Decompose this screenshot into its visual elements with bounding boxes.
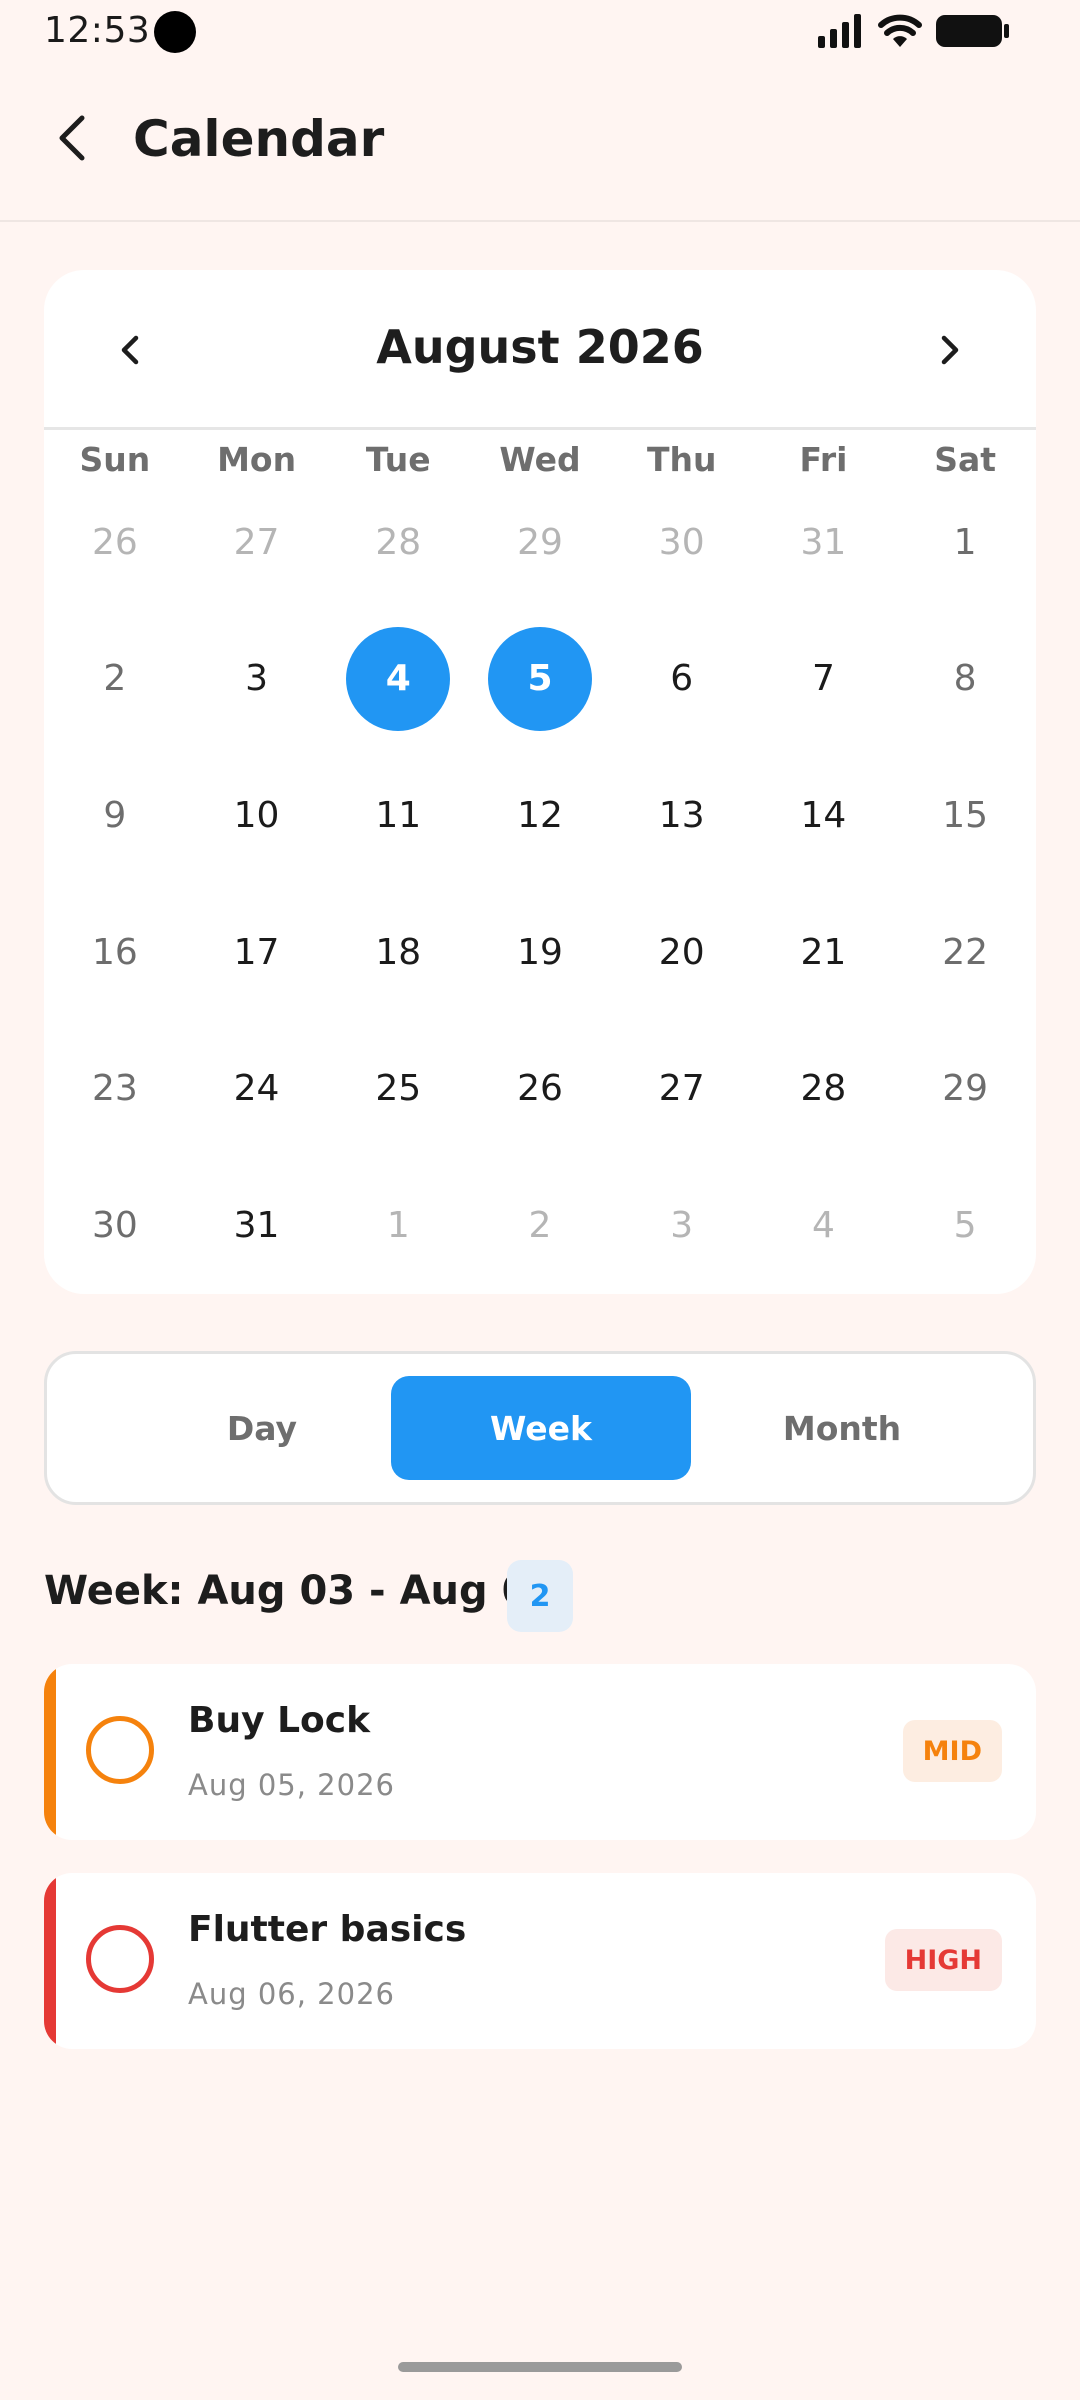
calendar-card: August 2026 Sun Mon Tue Wed Thu Fri Sat …: [44, 270, 1036, 1294]
camera-dot-icon: [154, 11, 196, 53]
priority-badge: HIGH: [884, 1929, 1002, 1991]
calendar-day-label: 27: [233, 521, 280, 563]
calendar-day-label: 16: [91, 931, 138, 973]
calendar-day-label: 29: [942, 1068, 989, 1110]
calendar-day-label: 24: [233, 1068, 280, 1110]
calendar-day-label: 19: [517, 931, 563, 973]
signal-icon: [818, 14, 861, 48]
status-icons: [818, 12, 1010, 50]
task-title: Flutter basics: [188, 1909, 467, 1950]
priority-badge: MID: [902, 1720, 1002, 1782]
calendar-day-label: 8: [953, 658, 977, 700]
calendar-day-label: 29: [517, 521, 563, 563]
battery-icon: [936, 15, 1009, 47]
calendar-day-label: 6: [670, 658, 694, 700]
calendar-day-label: 18: [375, 931, 422, 973]
month-view-button[interactable]: Month: [692, 1376, 992, 1480]
calendar-day-label: 14: [800, 794, 847, 836]
calendar-day-label: 12: [517, 794, 563, 836]
days-grid: 26 27 28 29 30 31 1 2 3 4 5 6 7 8 9 10 11 12 13 14 15 16 17 18 1…: [44, 492, 1036, 1312]
task-checkbox[interactable]: [86, 1716, 154, 1784]
calendar-day-label: 20: [658, 931, 705, 973]
back-arrow-icon: [59, 115, 85, 161]
calendar-day-label: 22: [942, 931, 989, 973]
calendar-day-label: 7: [811, 658, 835, 700]
task-checkbox[interactable]: [86, 1925, 154, 1993]
calendar-day-label: 5: [953, 1204, 977, 1246]
view-toggle: Day Week Month: [44, 1351, 1036, 1505]
calendar-day[interactable]: 30: [44, 1139, 186, 1312]
task-date: Aug 05, 2026: [188, 1768, 395, 1802]
calendar-day-label: 21: [800, 931, 847, 973]
calendar-day-label: 1: [386, 1204, 410, 1246]
calendar-day-label: 3: [245, 658, 269, 700]
home-indicator: [398, 2362, 682, 2372]
calendar-day-label: 13: [658, 794, 705, 836]
calendar-day-label: 28: [375, 521, 422, 563]
next-month-button[interactable]: [914, 314, 986, 386]
calendar-day-label: 11: [375, 794, 422, 836]
calendar-day-label: 5: [487, 626, 592, 731]
day-view-button[interactable]: Day: [112, 1376, 412, 1480]
calendar-day-label: 23: [91, 1068, 138, 1110]
calendar-day[interactable]: 2: [469, 1139, 611, 1312]
calendar-day[interactable]: 1: [327, 1139, 469, 1312]
calendar-day[interactable]: 3: [611, 1139, 753, 1312]
wifi-icon: [878, 14, 922, 47]
app-bar: Calendar: [0, 62, 1080, 222]
calendar-day-label: 31: [800, 521, 847, 563]
calendar-day-label: 26: [517, 1068, 563, 1110]
calendar-day-label: 26: [91, 521, 138, 563]
calendar-day-label: 27: [658, 1068, 705, 1110]
back-button[interactable]: [40, 106, 104, 170]
month-label: August 2026: [376, 320, 704, 374]
week-range-title: Week: Aug 03 - Aug 09: [44, 1568, 558, 1614]
calendar-day-label: 2: [103, 658, 127, 700]
calendar-day-label: 30: [91, 1204, 138, 1246]
calendar-day-label: 1: [953, 521, 977, 563]
chevron-right-icon: [941, 335, 959, 365]
week-view-button[interactable]: Week: [391, 1376, 691, 1480]
calendar-day-label: 28: [800, 1068, 847, 1110]
calendar-header: August 2026: [44, 270, 1036, 430]
calendar-day-label: 3: [670, 1204, 694, 1246]
priority-accent-bar: [44, 1873, 56, 2049]
calendar-day-label: 31: [233, 1204, 280, 1246]
task-count-badge: 2: [507, 1560, 573, 1632]
calendar-day-label: 4: [346, 626, 451, 731]
calendar-day-label: 17: [233, 931, 280, 973]
calendar-day[interactable]: 5: [894, 1139, 1036, 1312]
calendar-day-label: 15: [942, 794, 989, 836]
task-card[interactable]: Buy Lock Aug 05, 2026 MID: [44, 1664, 1036, 1840]
task-title: Buy Lock: [188, 1700, 371, 1741]
task-card[interactable]: Flutter basics Aug 06, 2026 HIGH: [44, 1873, 1036, 2049]
calendar-day-label: 9: [103, 794, 127, 836]
calendar-day-label: 30: [658, 521, 705, 563]
task-date: Aug 06, 2026: [188, 1977, 395, 2011]
calendar-day[interactable]: 31: [186, 1139, 328, 1312]
calendar-day-label: 2: [528, 1204, 552, 1246]
page-title: Calendar: [133, 110, 385, 168]
calendar-day-label: 10: [233, 794, 280, 836]
calendar-day[interactable]: 4: [753, 1139, 895, 1312]
calendar-day-label: 25: [375, 1068, 422, 1110]
calendar-day-label: 4: [811, 1204, 835, 1246]
status-time: 12:53: [44, 10, 151, 51]
status-bar: 12:53: [0, 0, 1080, 62]
priority-accent-bar: [44, 1664, 56, 1840]
